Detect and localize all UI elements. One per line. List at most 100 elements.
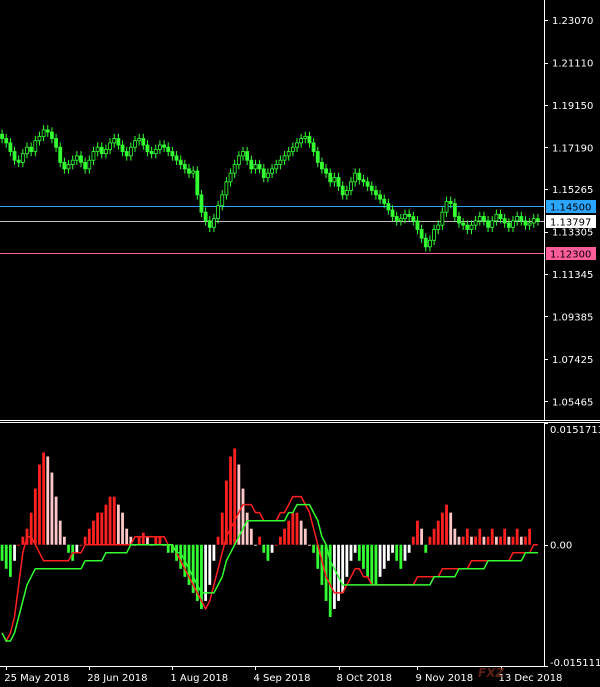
histogram-bar [519,536,523,545]
histogram-bar [50,472,54,545]
histogram-bar [357,544,361,561]
histogram-bar [75,544,79,553]
histogram-bar [220,512,224,545]
histogram-bar [245,512,249,545]
time-tick-label: 8 Oct 2018 [337,673,392,684]
histogram-bar [362,544,365,569]
histogram-bar [295,512,299,545]
histogram-bar [424,544,428,553]
histogram-bar [482,536,486,545]
histogram-bar [58,520,62,545]
histogram-bar [62,536,66,545]
histogram-bar [428,536,432,545]
histogram-bar [478,528,482,545]
histogram-bar [474,536,478,545]
price-tick-label: 1.05465 [552,397,593,408]
histogram-bar [212,544,216,561]
histogram-bar [374,544,378,585]
histogram-bar [291,512,295,545]
histogram-bar [515,528,519,545]
histogram-bar [308,544,311,546]
time-tick-label: 1 Aug 2018 [170,673,228,684]
histogram-bar [141,532,145,545]
histogram-bar [83,536,87,545]
indicator-tick-label: 0.00 [550,541,572,552]
histogram-bar [366,544,370,577]
time-tick-label: 25 May 2018 [4,673,69,684]
histogram-bar [54,496,58,545]
histogram-bar [112,496,116,545]
histogram-bar [445,504,448,545]
time-tick-label: 28 Jun 2018 [87,673,147,684]
histogram-bar [503,528,507,545]
histogram-bar [470,536,473,545]
histogram-bar [241,488,245,545]
histogram-bar [299,520,303,545]
histogram-bar [399,544,403,569]
price-tick-label: 1.17190 [552,143,593,154]
histogram-bar [486,536,490,545]
histogram-bar [449,512,453,545]
histogram-bar [0,544,4,561]
indicator-tick-label: -0.015111 [550,658,600,669]
histogram-bar [166,544,170,553]
histogram-bar [258,536,262,545]
histogram-bar [146,536,149,545]
histogram-bar [42,452,46,545]
time-tick-label: 13 Dec 2018 [499,673,563,684]
histogram-bar [528,528,532,545]
histogram-bar [87,528,91,545]
histogram-bar [116,504,120,545]
histogram-bar [436,520,440,545]
histogram-bar [407,544,411,553]
histogram-bar [287,520,291,545]
price-tick-label: 1.15265 [552,185,593,196]
histogram-bar [312,544,316,553]
histogram-bar [79,544,83,546]
histogram-bar [21,536,25,545]
indicator-tick-label: 0.0151713 [550,425,600,436]
watermark-logo: FXZ [478,666,504,680]
histogram-bar [154,536,158,545]
histogram-bar [370,544,374,585]
histogram-bar [453,528,457,545]
histogram-bar [67,544,70,553]
histogram-bar [391,544,394,553]
price-level-label: 1.13797 [550,218,591,229]
histogram-bar [283,528,286,545]
histogram-bar [411,536,415,545]
histogram-bar [440,512,444,545]
histogram-bar [278,536,282,545]
histogram-bar [349,544,353,561]
histogram-bar [46,456,50,545]
histogram-bar [158,536,162,545]
histogram-bar [332,544,336,609]
histogram-bar [8,544,12,577]
price-tick-label: 1.23070 [552,16,593,27]
histogram-bar [382,544,386,569]
histogram-bar [104,504,108,545]
histogram-bar [208,544,212,585]
histogram-bar [17,544,21,546]
histogram-bar [378,544,382,577]
histogram-bar [266,544,270,561]
histogram-bar [125,528,129,545]
histogram-bar [92,520,95,545]
histogram-bar [386,544,390,561]
price-tick-label: 1.21110 [552,59,593,70]
price-tick-label: 1.11345 [552,270,593,281]
histogram-bar [303,528,307,545]
histogram-bar [432,528,436,545]
histogram-bar [420,528,424,545]
histogram-bar [507,536,511,545]
price-level-label: 1.14500 [550,203,591,214]
time-tick-label: 4 Sep 2018 [253,673,310,684]
histogram-bar [341,544,345,593]
histogram-bar [179,544,183,569]
histogram-bar [262,544,266,553]
histogram-bar [353,544,357,553]
histogram-bar [457,536,461,545]
price-tick-label: 1.09385 [552,312,593,323]
histogram-bar [121,512,124,545]
histogram-bar [416,520,419,545]
